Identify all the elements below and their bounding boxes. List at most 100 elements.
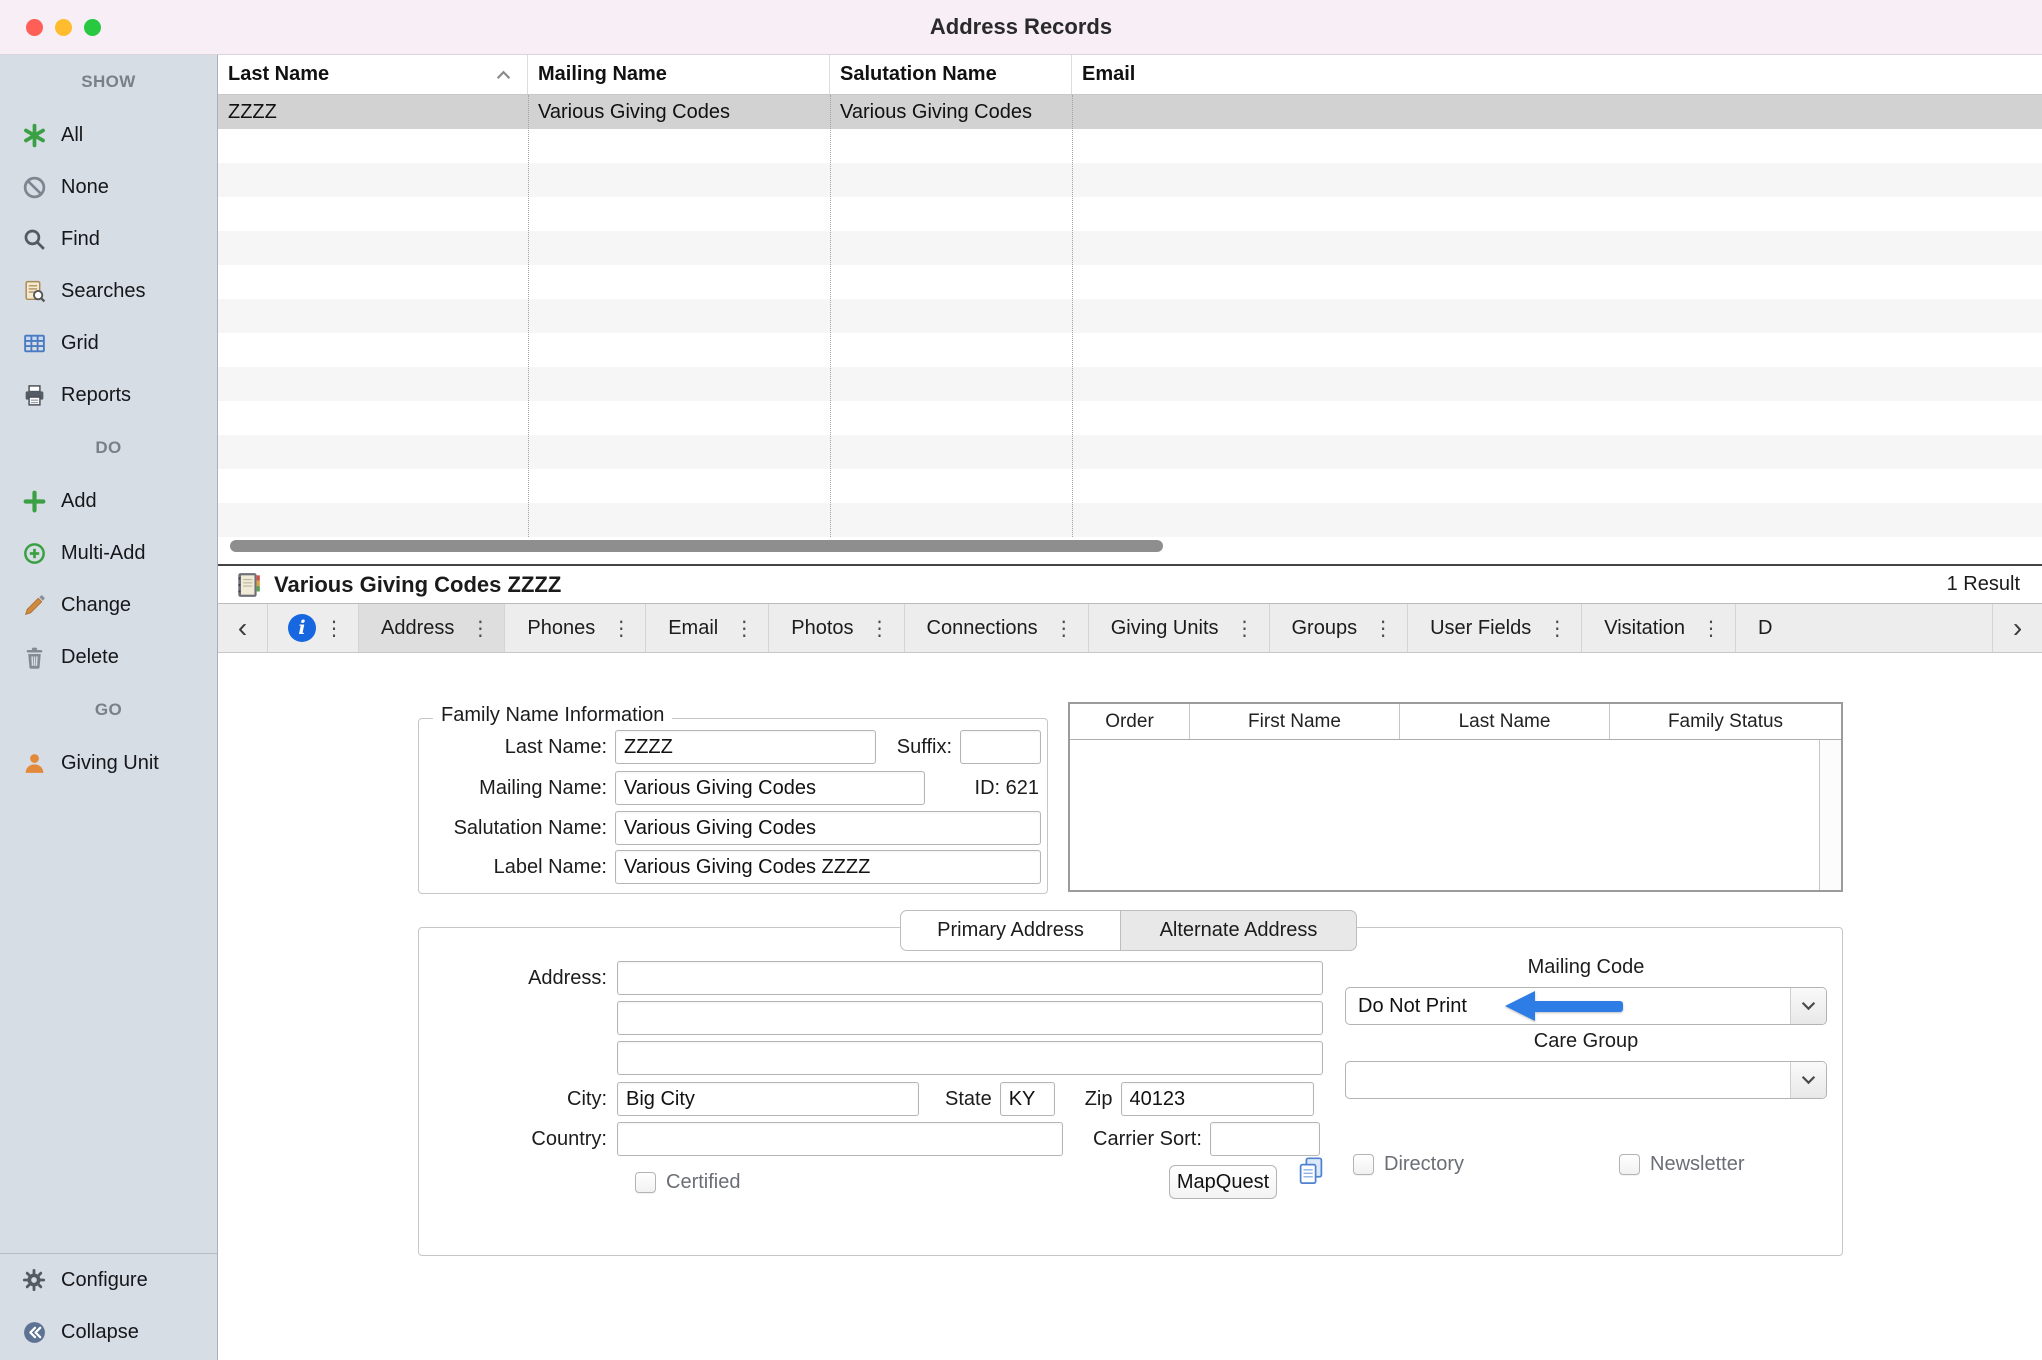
- sidebar-item-label: Configure: [61, 1269, 148, 1292]
- tab-groups[interactable]: Groups ⋮: [1270, 604, 1409, 652]
- close-button[interactable]: [26, 19, 43, 36]
- column-header-last-name[interactable]: Last Name: [218, 55, 528, 94]
- country-field[interactable]: [617, 1122, 1063, 1156]
- sidebar-item-grid[interactable]: Grid: [0, 317, 217, 369]
- tab-phones[interactable]: Phones ⋮: [505, 604, 646, 652]
- sidebar-item-label: Multi-Add: [61, 542, 145, 565]
- column-header-mailing-name[interactable]: Mailing Name: [528, 55, 830, 94]
- collapse-chevrons-icon: [20, 1318, 48, 1346]
- vertical-scrollbar-track[interactable]: [1819, 740, 1841, 890]
- gear-icon: [20, 1266, 48, 1294]
- care-group-select[interactable]: [1345, 1061, 1827, 1099]
- column-header-salutation-name[interactable]: Salutation Name: [830, 55, 1072, 94]
- more-options-icon[interactable]: ⋮: [862, 616, 904, 641]
- more-options-icon[interactable]: ⋮: [603, 616, 645, 641]
- tab-address[interactable]: Address ⋮: [359, 604, 505, 652]
- tab-email[interactable]: Email ⋮: [646, 604, 769, 652]
- tab-primary-address[interactable]: Primary Address: [900, 910, 1121, 951]
- more-options-icon[interactable]: ⋮: [1693, 616, 1735, 641]
- city-field[interactable]: [617, 1082, 919, 1116]
- address-tab-panel: Family Name Information Last Name: Suffi…: [218, 653, 2042, 1360]
- newsletter-checkbox[interactable]: [1619, 1154, 1640, 1175]
- table-row-empty: [218, 469, 2042, 503]
- sidebar-item-find[interactable]: Find: [0, 213, 217, 265]
- certified-checkbox[interactable]: [635, 1172, 656, 1193]
- records-table-rows: ZZZZ Various Giving Codes Various Giving…: [218, 95, 2042, 537]
- more-options-icon[interactable]: ⋮: [1365, 616, 1407, 641]
- tab-alternate-address[interactable]: Alternate Address: [1121, 910, 1357, 951]
- tab-info[interactable]: i ⋮: [268, 604, 359, 652]
- sidebar-item-label: Add: [61, 490, 97, 513]
- tab-photos[interactable]: Photos ⋮: [769, 604, 904, 652]
- city-state-zip-row: City: State Zip: [431, 1082, 1314, 1116]
- mailing-name-row: Mailing Name: ID: 621: [431, 771, 1041, 805]
- members-column-order: Order: [1070, 704, 1190, 739]
- label-name-field[interactable]: [615, 850, 1041, 884]
- sidebar-item-label: Delete: [61, 646, 119, 669]
- sidebar-section-do: DO: [0, 421, 217, 475]
- none-icon: [20, 173, 48, 201]
- sidebar-item-searches[interactable]: Searches: [0, 265, 217, 317]
- table-row-empty: [218, 231, 2042, 265]
- address-line3-row: [431, 1041, 1323, 1075]
- suffix-field[interactable]: [960, 730, 1041, 764]
- column-header-email[interactable]: Email: [1072, 55, 2042, 94]
- address-line2-field[interactable]: [617, 1001, 1323, 1035]
- table-row-empty: [218, 367, 2042, 401]
- sidebar-item-collapse[interactable]: Collapse: [0, 1306, 217, 1358]
- salutation-field[interactable]: [615, 811, 1041, 845]
- tab-giving-units[interactable]: Giving Units ⋮: [1089, 604, 1270, 652]
- address-line1-field[interactable]: [617, 961, 1323, 995]
- more-options-icon[interactable]: ⋮: [462, 616, 504, 641]
- more-options-icon[interactable]: ⋮: [1046, 616, 1088, 641]
- mapquest-button[interactable]: MapQuest: [1169, 1165, 1277, 1199]
- directory-checkbox[interactable]: [1353, 1154, 1374, 1175]
- address-type-tabs: Primary Address Alternate Address: [900, 910, 1357, 951]
- more-options-icon[interactable]: ⋮: [316, 616, 358, 641]
- column-separator: [1072, 95, 1073, 537]
- record-title: Various Giving Codes ZZZZ: [274, 572, 561, 598]
- copy-icon[interactable]: [1297, 1156, 1325, 1191]
- zoom-button[interactable]: [84, 19, 101, 36]
- tab-truncated[interactable]: D: [1736, 604, 1992, 652]
- address-line3-field[interactable]: [617, 1041, 1323, 1075]
- sidebar-item-change[interactable]: Change: [0, 579, 217, 631]
- more-options-icon[interactable]: ⋮: [1539, 616, 1581, 641]
- tab-visitation[interactable]: Visitation ⋮: [1582, 604, 1736, 652]
- last-name-field[interactable]: [615, 730, 876, 764]
- sidebar-item-add[interactable]: Add: [0, 475, 217, 527]
- table-row-empty: [218, 265, 2042, 299]
- zip-field[interactable]: [1121, 1082, 1314, 1116]
- sidebar-item-label: Giving Unit: [61, 752, 159, 775]
- window-titlebar: Address Records: [0, 0, 2042, 55]
- sidebar-item-none[interactable]: None: [0, 161, 217, 213]
- column-separator: [528, 95, 529, 537]
- tab-user-fields[interactable]: User Fields ⋮: [1408, 604, 1582, 652]
- table-row-selected[interactable]: ZZZZ Various Giving Codes Various Giving…: [218, 95, 2042, 129]
- sort-ascending-icon: [496, 70, 511, 80]
- mailing-name-field[interactable]: [615, 771, 925, 805]
- care-group-label: Care Group: [1345, 1030, 1827, 1053]
- searches-icon: [20, 277, 48, 305]
- record-id: ID: 621: [975, 777, 1041, 800]
- tab-connections[interactable]: Connections ⋮: [905, 604, 1089, 652]
- window-title: Address Records: [930, 14, 1112, 40]
- column-separator: [830, 95, 831, 537]
- tabs-back-button[interactable]: ‹: [218, 604, 268, 652]
- last-name-row: Last Name: Suffix:: [431, 730, 1041, 764]
- tabs-forward-button[interactable]: ›: [1992, 604, 2042, 652]
- sidebar-item-multi-add[interactable]: Multi-Add: [0, 527, 217, 579]
- sidebar-item-delete[interactable]: Delete: [0, 631, 217, 683]
- asterisk-icon: [20, 121, 48, 149]
- horizontal-scrollbar[interactable]: [230, 540, 1163, 552]
- sidebar-item-reports[interactable]: Reports: [0, 369, 217, 421]
- sidebar: SHOW All None Find Searches Grid Re: [0, 55, 218, 1360]
- carrier-sort-field[interactable]: [1210, 1122, 1320, 1156]
- more-options-icon[interactable]: ⋮: [1227, 616, 1269, 641]
- more-options-icon[interactable]: ⋮: [726, 616, 768, 641]
- sidebar-item-giving-unit[interactable]: Giving Unit: [0, 737, 217, 789]
- sidebar-item-all[interactable]: All: [0, 109, 217, 161]
- minimize-button[interactable]: [55, 19, 72, 36]
- state-field[interactable]: [1000, 1082, 1055, 1116]
- sidebar-item-configure[interactable]: Configure: [0, 1254, 217, 1306]
